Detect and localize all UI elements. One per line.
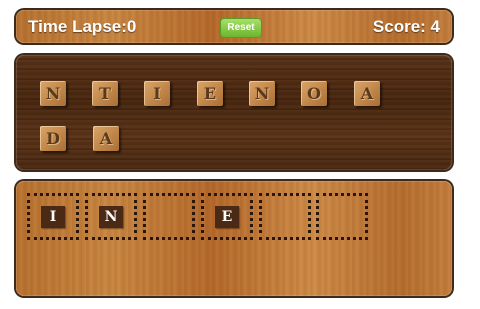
placed-letter-tile[interactable]: N xyxy=(99,206,123,228)
placed-letter-tile[interactable]: E xyxy=(215,206,239,228)
answer-slot[interactable] xyxy=(143,193,195,240)
letter-tile[interactable]: A xyxy=(93,126,119,151)
scrambled-letters-board xyxy=(16,55,452,170)
score-label: Score: 4 xyxy=(372,17,440,36)
top-bar: Time Lapse:0 Reset Score: 4 xyxy=(16,10,452,43)
letter-tile[interactable]: N xyxy=(249,81,275,106)
answer-slot[interactable] xyxy=(316,193,368,240)
answer-slot[interactable] xyxy=(259,193,311,240)
reset-button[interactable]: Reset xyxy=(220,18,262,38)
letter-tile[interactable]: I xyxy=(144,81,170,106)
letter-tile[interactable]: T xyxy=(92,81,118,106)
letter-tile[interactable]: D xyxy=(40,126,66,151)
answer-slot[interactable]: N xyxy=(85,193,137,240)
answer-slot[interactable]: E xyxy=(201,193,253,240)
letter-tile[interactable]: E xyxy=(197,81,223,106)
letter-tile[interactable]: N xyxy=(40,81,66,106)
placed-letter-tile[interactable]: I xyxy=(41,206,65,228)
letter-tile[interactable]: O xyxy=(301,81,327,106)
letter-tile[interactable]: A xyxy=(354,81,380,106)
time-lapse-label: Time Lapse:0 xyxy=(28,17,137,36)
answer-slot[interactable]: I xyxy=(27,193,79,240)
